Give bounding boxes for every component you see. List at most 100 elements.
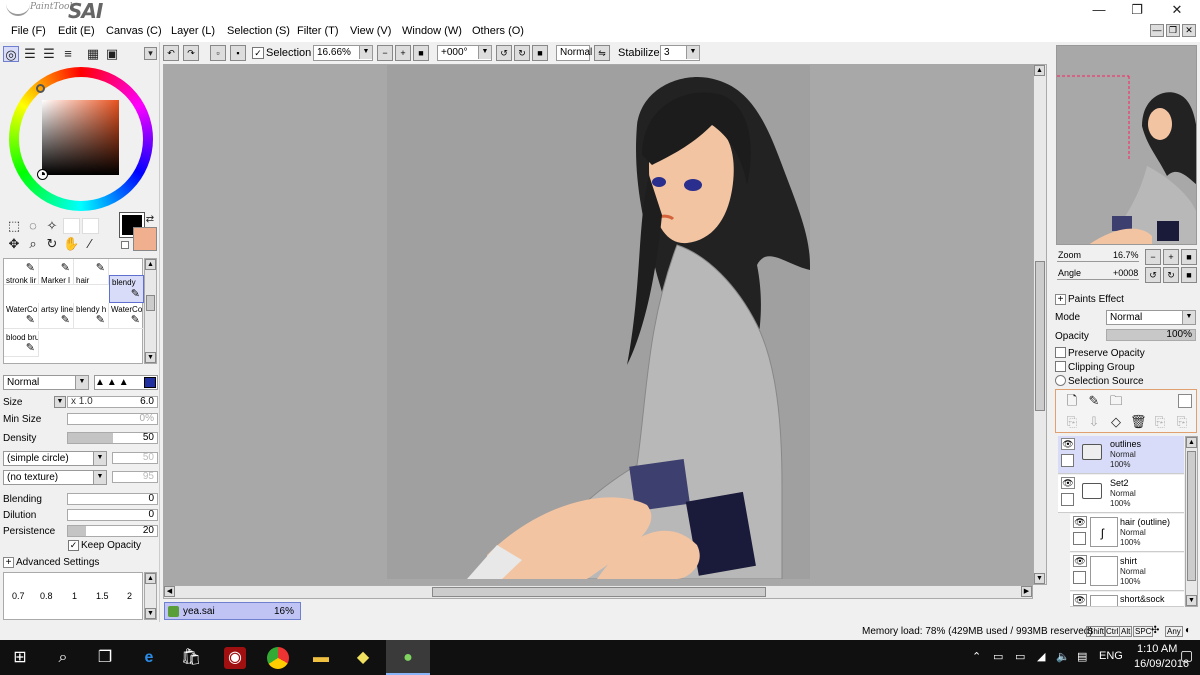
size-preset[interactable]: 1.5 [96,591,109,601]
rotate-icon[interactable]: ↻ [44,236,60,252]
menu-canvas[interactable]: Canvas (C) [106,25,162,37]
scroll-right-icon[interactable]: ▶ [1021,586,1032,597]
brush-texture-dropdown[interactable]: (no texture) ▼ [3,470,107,485]
new-layer-icon[interactable]: 🗋 [1064,393,1080,409]
scroll-up-icon[interactable]: ▲ [145,573,156,584]
hsv-slider-tab-icon[interactable]: ☰ [41,46,57,62]
zoom-dropdown[interactable]: 16.66% ▼ [313,45,373,61]
blending-slider[interactable]: 0 [67,493,158,505]
layer-row-short-sock[interactable]: 👁 short&sock [1070,592,1184,607]
search-icon[interactable]: ⌕ [52,647,74,669]
size-preset[interactable]: 0.8 [40,591,53,601]
brush-edge-shapes[interactable]: ▲▲▲ [94,375,158,390]
chevron-up-icon[interactable]: ⌃ [972,650,981,663]
menu-file[interactable]: File (F) [11,25,46,37]
notification-message-icon[interactable]: ▤ [1077,650,1087,663]
brush-slot[interactable]: ✎ Marker l [39,259,74,285]
magic-wand-icon[interactable]: ✧ [44,218,60,234]
document-tab[interactable]: yea.sai 16% [164,602,301,620]
mdi-restore-button[interactable]: ❐ [1166,24,1180,37]
menu-others[interactable]: Others (O) [472,25,524,37]
network-icon[interactable]: ◢ [1037,650,1045,663]
navigator-preview[interactable] [1056,45,1197,245]
menu-edit[interactable]: Edit (E) [58,25,95,37]
tray-app-icon[interactable]: ▭ [993,650,1003,663]
background-color-swatch[interactable] [133,227,157,251]
volume-icon[interactable]: 🔈 [1056,650,1070,663]
shape-strength-slider[interactable]: 50 [112,452,158,464]
hand-icon[interactable]: ✋ [63,236,79,252]
undo-icon[interactable]: ↶ [163,45,179,61]
brush-slot[interactable]: ✎ stronk lir [4,259,39,285]
delete-layer-icon[interactable]: 🗑 [1130,414,1147,430]
layer-mode-dropdown[interactable]: Normal ▼ [1106,310,1196,325]
expand-plus-icon[interactable]: + [1055,294,1066,305]
menu-filter[interactable]: Filter (T) [297,25,339,37]
zoom-icon[interactable]: ⌕ [25,236,41,252]
redo-icon[interactable]: ↷ [183,45,199,61]
swap-colors-icon[interactable]: ⇄ [144,212,156,225]
edge-shape-selected-icon[interactable] [144,377,156,388]
eye-icon[interactable]: 👁 [1073,516,1087,528]
keep-opacity-checkbox[interactable]: ✓ [68,540,79,551]
hue-marker-icon[interactable] [36,84,45,93]
move-icon[interactable]: ✥ [6,236,22,252]
rotate-right-icon[interactable]: ↻ [514,45,530,61]
angle-dropdown[interactable]: +000° ▼ [437,45,492,61]
rgb-slider-tab-icon[interactable]: ☰ [22,46,38,62]
advanced-settings-label[interactable]: Advanced Settings [16,557,99,568]
blend-mode-box[interactable]: Normal [556,45,592,61]
store-icon[interactable]: 🛍 [180,647,202,669]
mdi-minimize-button[interactable]: — [1150,24,1164,37]
invert-selection-icon[interactable]: ▪ [230,45,246,61]
new-folder-icon[interactable]: 🗀 [1108,393,1124,409]
nav-rotate-left-icon[interactable]: ↺ [1145,267,1161,283]
size-range-dropdown[interactable]: ▼ [54,396,66,408]
dilution-slider[interactable]: 0 [67,509,158,521]
stabilizer-dropdown[interactable]: 3 ▼ [660,45,700,61]
menu-view[interactable]: View (V) [350,25,391,37]
nav-rotate-reset-icon[interactable]: ■ [1181,267,1197,283]
chrome-icon[interactable] [267,647,289,669]
scroll-thumb[interactable] [432,587,766,597]
action-center-icon[interactable]: ▢ [1180,647,1193,664]
layer-options-icon[interactable] [1178,394,1192,408]
scroll-down-icon[interactable]: ▼ [1186,595,1197,606]
zoom-reset-icon[interactable]: ■ [413,45,429,61]
menu-layer[interactable]: Layer (L) [171,25,215,37]
color-panel-menu-icon[interactable]: ▾ [144,47,157,60]
scroll-down-icon[interactable]: ▼ [145,352,156,363]
gradient-slider-tab-icon[interactable]: ≡ [60,46,76,62]
persistence-slider[interactable]: 20 [67,525,158,537]
edge-shape-icon[interactable]: ▲▲▲ [95,377,131,388]
size-slider[interactable]: x 1.0 6.0 [67,396,158,408]
brush-slot[interactable]: artsy line ✎ [39,303,74,329]
brush-slot-selected[interactable]: blendy ✎ [109,275,144,303]
minimize-button[interactable]: — [1082,0,1116,22]
density-slider[interactable]: 50 [67,432,158,444]
scroll-down-icon[interactable]: ▼ [145,608,156,619]
windows-start-icon[interactable]: ⊞ [9,647,31,669]
selection-visible-checkbox[interactable]: ✓ [252,47,264,59]
layer-row-hair-outline[interactable]: 👁 ʃ hair (outline) Normal 100% [1070,514,1184,552]
apply-mask-icon[interactable]: ⎘ [1152,414,1168,430]
color-wheel-tab-icon[interactable]: ◎ [3,46,19,62]
file-explorer-icon[interactable]: ▬ [310,647,332,669]
scroll-left-icon[interactable]: ◀ [164,586,175,597]
brush-mode-dropdown[interactable]: Normal ▼ [3,375,89,390]
paint-effect-label[interactable]: Paints Effect [1068,294,1124,305]
brush-slot[interactable]: WaterCo ✎ [4,303,39,329]
lasso-icon[interactable]: ◌ [25,218,41,234]
eye-icon[interactable]: 👁 [1061,477,1075,489]
task-view-icon[interactable]: ❐ [94,647,116,669]
scroll-down-icon[interactable]: ▼ [1034,573,1045,584]
paint-app-icon[interactable]: ◆ [352,647,374,669]
eye-icon[interactable]: 👁 [1073,555,1087,567]
eye-icon[interactable]: 👁 [1061,438,1075,450]
nav-zoom-reset-icon[interactable]: ■ [1181,249,1197,265]
scroll-up-icon[interactable]: ▲ [145,259,156,270]
nav-rotate-right-icon[interactable]: ↻ [1163,267,1179,283]
scroll-thumb[interactable] [146,295,155,311]
scroll-up-icon[interactable]: ▲ [1034,65,1045,76]
scroll-thumb[interactable] [1187,451,1196,581]
